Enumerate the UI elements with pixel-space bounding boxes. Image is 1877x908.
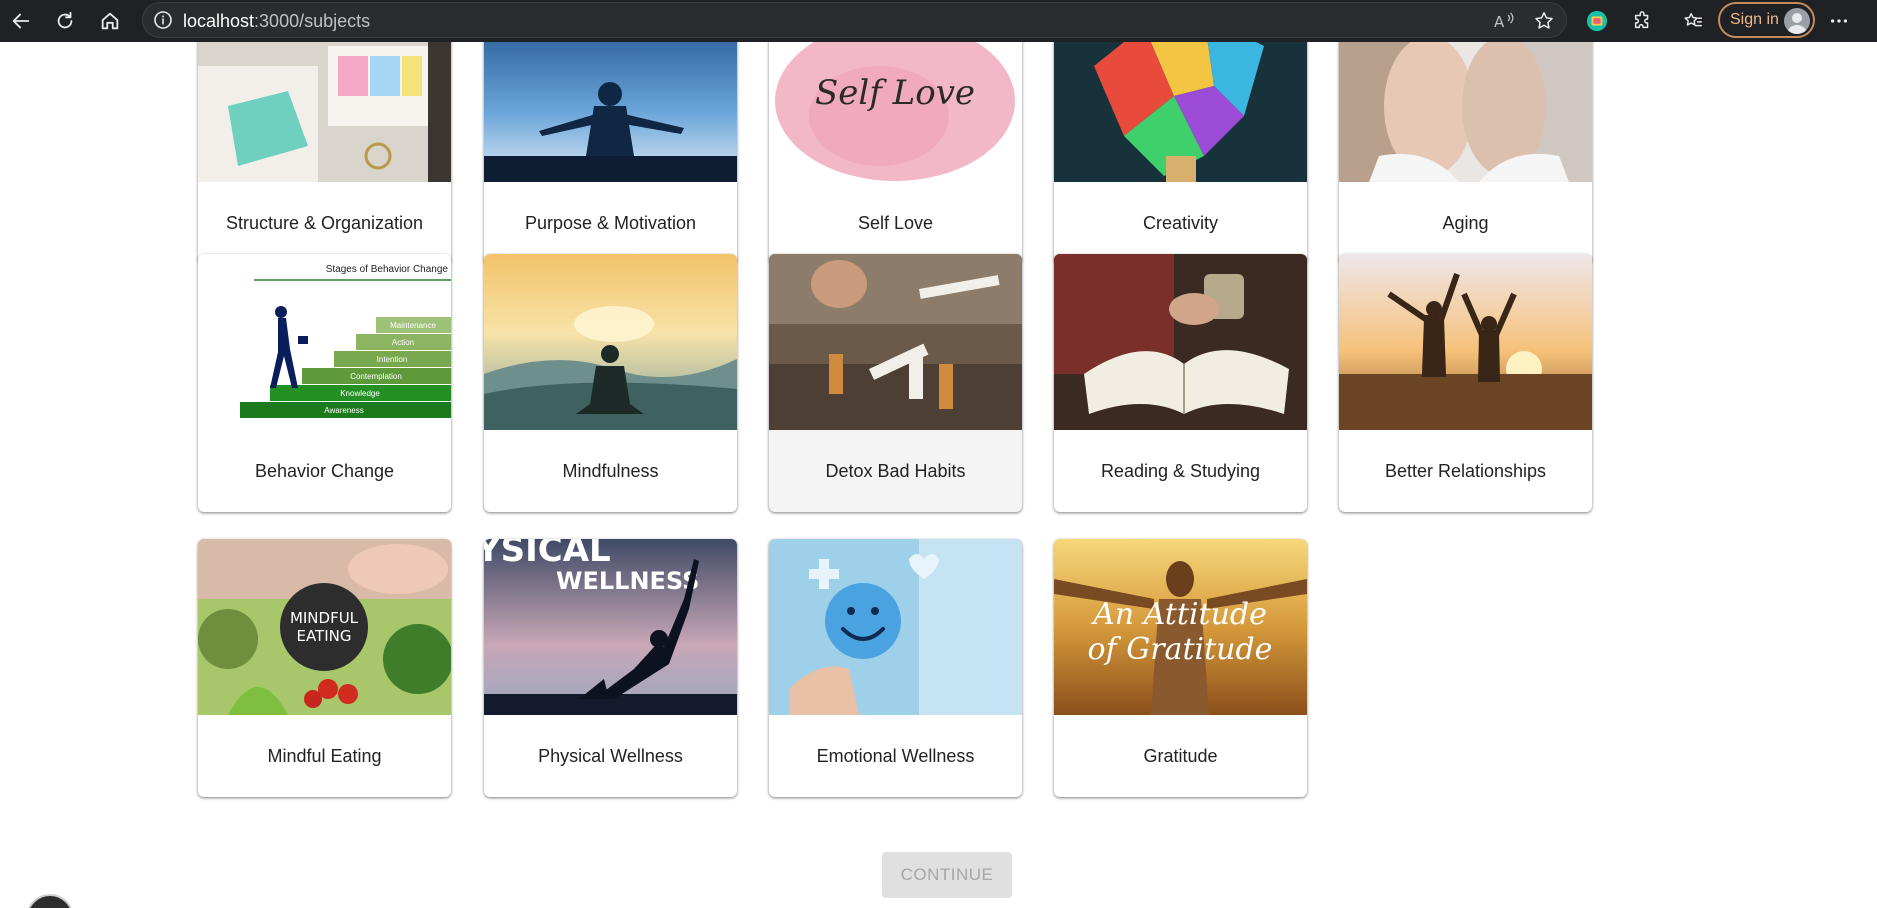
- subject-label: Emotional Wellness: [816, 745, 975, 766]
- step-contemplation: Contemplation: [350, 372, 402, 381]
- subject-image: [1339, 42, 1592, 182]
- step-intention: Intention: [377, 355, 408, 364]
- image-caption-line-2: WELLNESS: [556, 567, 699, 595]
- image-title: Stages of Behavior Change: [326, 264, 449, 275]
- subject-label: Purpose & Motivation: [524, 212, 697, 233]
- url-host: localhost: [183, 11, 255, 31]
- subject-card-behavior-change[interactable]: Stages of Behavior Change Awareness Know…: [198, 254, 451, 512]
- extension-app-icon[interactable]: [1580, 4, 1614, 38]
- url-path: :3000/subjects: [254, 11, 371, 31]
- subject-image: [769, 254, 1022, 430]
- sign-in-label: Sign in: [1730, 11, 1779, 28]
- favorite-star-icon[interactable]: [1533, 10, 1555, 32]
- subject-card-structure-organization[interactable]: Structure & Organization: [198, 42, 451, 264]
- image-caption-line-1: An Attitude: [1090, 597, 1267, 632]
- subject-image: [1054, 254, 1307, 430]
- step-awareness: Awareness: [324, 406, 363, 415]
- step-action: Action: [392, 338, 414, 347]
- subject-image: [198, 42, 451, 182]
- subject-label: Behavior Change: [254, 460, 395, 481]
- step-knowledge: Knowledge: [340, 389, 380, 398]
- back-icon[interactable]: [4, 4, 38, 38]
- subject-card-emotional-wellness[interactable]: Emotional Wellness: [769, 539, 1022, 797]
- step-maintenance: Maintenance: [390, 321, 436, 330]
- subject-label: Structure & Organization: [225, 212, 424, 233]
- subject-label: Reading & Studying: [1100, 460, 1261, 481]
- subject-card-better-relationships[interactable]: Better Relationships: [1339, 254, 1592, 512]
- floating-action-button[interactable]: [26, 894, 74, 908]
- subject-label: Better Relationships: [1384, 460, 1547, 481]
- subjects-page: Structure & Organization Purpose & Motiv…: [2, 42, 1877, 908]
- subject-image: Stages of Behavior Change Awareness Know…: [198, 254, 451, 430]
- subject-card-self-love[interactable]: Self Love Self Love: [769, 42, 1022, 264]
- subject-image: MINDFUL EATING: [198, 539, 451, 715]
- subject-card-mindful-eating[interactable]: MINDFUL EATING Mindful Eating: [198, 539, 451, 797]
- avatar-icon: [1784, 8, 1810, 34]
- subject-label: Detox Bad Habits: [825, 460, 966, 481]
- subject-label: Gratitude: [1143, 745, 1218, 766]
- subject-card-mindfulness[interactable]: Mindfulness: [484, 254, 737, 512]
- subject-image: YSICAL WELLNESS: [484, 539, 737, 715]
- subject-label: Creativity: [1142, 212, 1218, 233]
- refresh-icon[interactable]: [48, 4, 82, 38]
- svg-text:A: A: [1494, 13, 1505, 31]
- subject-label: Physical Wellness: [538, 745, 683, 766]
- subject-image: An Attitude of Gratitude: [1054, 539, 1307, 715]
- subject-label: Self Love: [857, 212, 934, 233]
- image-caption-line-1: YSICAL: [484, 539, 611, 570]
- subject-card-creativity[interactable]: Creativity: [1054, 42, 1307, 264]
- sign-in-button[interactable]: Sign in: [1718, 2, 1815, 38]
- image-caption-line-1: MINDFUL: [290, 609, 359, 627]
- read-aloud-icon[interactable]: A: [1493, 10, 1515, 32]
- extensions-puzzle-icon[interactable]: [1626, 4, 1660, 38]
- subject-image: [1339, 254, 1592, 430]
- subject-image: [1054, 42, 1307, 182]
- subject-card-physical-wellness[interactable]: YSICAL WELLNESS Physical Wellness: [484, 539, 737, 797]
- address-bar[interactable]: localhost:3000/subjects A: [142, 2, 1567, 38]
- subject-image: [484, 254, 737, 430]
- continue-button[interactable]: CONTINUE: [882, 852, 1012, 898]
- image-caption: Self Love: [815, 73, 975, 113]
- subject-card-gratitude[interactable]: An Attitude of Gratitude Gratitude: [1054, 539, 1307, 797]
- favorites-icon[interactable]: [1676, 4, 1710, 38]
- browser-toolbar: localhost:3000/subjects A Sign in: [0, 0, 1877, 42]
- url-text: localhost:3000/subjects: [183, 11, 370, 32]
- subject-image: [484, 42, 737, 182]
- subject-card-purpose-motivation[interactable]: Purpose & Motivation: [484, 42, 737, 264]
- subject-label: Aging: [1442, 212, 1489, 233]
- more-options-icon[interactable]: [1822, 4, 1856, 38]
- subject-card-detox-bad-habits[interactable]: Detox Bad Habits: [769, 254, 1022, 512]
- subject-card-aging[interactable]: Aging: [1339, 42, 1592, 264]
- subject-image: Self Love: [769, 42, 1022, 182]
- site-info-icon[interactable]: [153, 10, 173, 30]
- subject-label: Mindfulness: [562, 460, 659, 481]
- subject-card-reading-studying[interactable]: Reading & Studying: [1054, 254, 1307, 512]
- subject-label: Mindful Eating: [267, 745, 382, 766]
- home-icon[interactable]: [93, 4, 127, 38]
- image-caption-line-2: of Gratitude: [1088, 632, 1273, 667]
- subject-image: [769, 539, 1022, 715]
- image-caption-line-2: EATING: [296, 627, 351, 645]
